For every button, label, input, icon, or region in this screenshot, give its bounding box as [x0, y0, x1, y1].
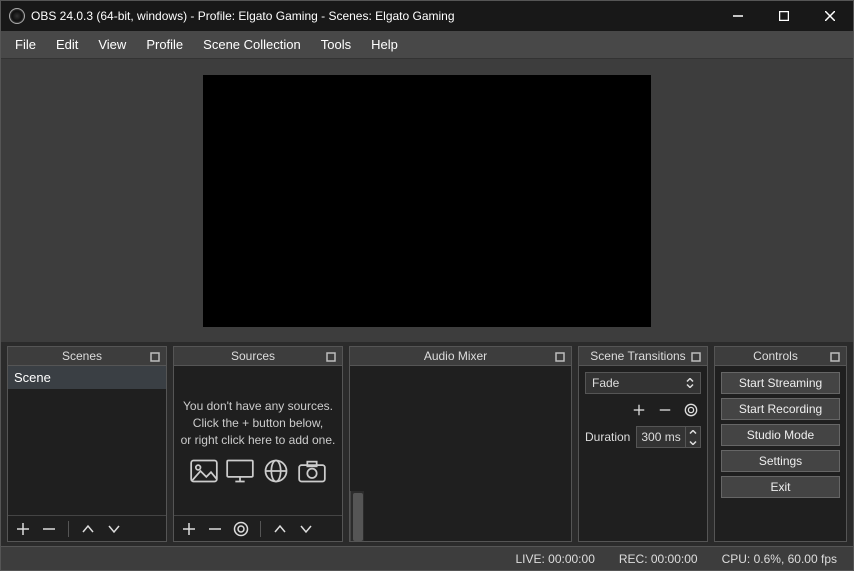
move-source-down-button[interactable] — [297, 520, 315, 538]
scene-item[interactable]: Scene — [8, 366, 166, 389]
start-recording-button[interactable]: Start Recording — [721, 398, 840, 420]
remove-source-button[interactable] — [206, 520, 224, 538]
scenes-header-title: Scenes — [14, 349, 150, 363]
transition-properties-button[interactable] — [681, 400, 701, 420]
transitions-header-title: Scene Transitions — [585, 349, 691, 363]
add-transition-button[interactable] — [629, 400, 649, 420]
studio-mode-button[interactable]: Studio Mode — [721, 424, 840, 446]
controls-header-title: Controls — [721, 349, 830, 363]
mixer-content[interactable] — [350, 366, 571, 491]
close-button[interactable] — [807, 1, 853, 31]
scene-list[interactable]: Scene — [8, 366, 166, 515]
source-properties-button[interactable] — [232, 520, 250, 538]
settings-button[interactable]: Settings — [721, 450, 840, 472]
duration-down-button[interactable] — [686, 437, 700, 447]
status-bar: LIVE: 00:00:00 REC: 00:00:00 CPU: 0.6%, … — [1, 546, 853, 570]
duration-label: Duration — [585, 430, 630, 444]
obs-window: OBS 24.0.3 (64-bit, windows) - Profile: … — [0, 0, 854, 571]
menu-view[interactable]: View — [88, 33, 136, 56]
mixer-header-title: Audio Mixer — [356, 349, 555, 363]
duration-up-button[interactable] — [686, 427, 700, 437]
transition-select[interactable]: Fade — [585, 372, 701, 394]
transitions-header: Scene Transitions — [578, 346, 708, 366]
image-icon — [190, 459, 218, 483]
preview-canvas[interactable] — [203, 75, 651, 327]
sources-empty-line2: Click the + button below, — [193, 415, 323, 432]
monitor-icon — [226, 459, 254, 483]
menu-edit[interactable]: Edit — [46, 33, 88, 56]
status-live: LIVE: 00:00:00 — [515, 552, 594, 566]
minimize-button[interactable] — [715, 1, 761, 31]
window-title: OBS 24.0.3 (64-bit, windows) - Profile: … — [31, 9, 455, 23]
sources-panel: Sources You don't have any sources. Clic… — [173, 346, 343, 542]
sources-empty-line3: or right click here to add one. — [181, 432, 336, 449]
controls-header: Controls — [714, 346, 847, 366]
title-bar: OBS 24.0.3 (64-bit, windows) - Profile: … — [1, 1, 853, 31]
status-cpu: CPU: 0.6%, 60.00 fps — [722, 552, 837, 566]
start-streaming-button[interactable]: Start Streaming — [721, 372, 840, 394]
sources-header-title: Sources — [180, 349, 326, 363]
transitions-panel: Scene Transitions Fade — [578, 346, 708, 542]
docks-row: Scenes Scene Sourc — [1, 342, 853, 546]
toolbar-separator — [260, 521, 261, 537]
scenes-header: Scenes — [7, 346, 167, 366]
status-rec: REC: 00:00:00 — [619, 552, 698, 566]
camera-icon — [298, 459, 326, 483]
scenes-toolbar — [8, 515, 166, 541]
move-source-up-button[interactable] — [271, 520, 289, 538]
move-scene-down-button[interactable] — [105, 520, 123, 538]
scenes-panel: Scenes Scene — [7, 346, 167, 542]
remove-transition-button[interactable] — [655, 400, 675, 420]
dock-toggle-icon[interactable] — [555, 351, 565, 361]
move-scene-up-button[interactable] — [79, 520, 97, 538]
exit-button[interactable]: Exit — [721, 476, 840, 498]
menu-file[interactable]: File — [5, 33, 46, 56]
maximize-button[interactable] — [761, 1, 807, 31]
duration-spinner[interactable] — [636, 426, 701, 448]
combo-stepper-icon — [686, 378, 694, 388]
obs-logo-icon — [9, 8, 25, 24]
menu-scene-collection[interactable]: Scene Collection — [193, 33, 311, 56]
mixer-scrollbar[interactable] — [350, 491, 364, 541]
sources-empty-message[interactable]: You don't have any sources. Click the + … — [174, 366, 342, 515]
sources-empty-line1: You don't have any sources. — [183, 398, 333, 415]
audio-mixer-panel: Audio Mixer — [349, 346, 572, 542]
menu-tools[interactable]: Tools — [311, 33, 361, 56]
dock-toggle-icon[interactable] — [326, 351, 336, 361]
add-source-button[interactable] — [180, 520, 198, 538]
transition-selected-value: Fade — [592, 376, 619, 390]
controls-panel: Controls Start Streaming Start Recording… — [714, 346, 847, 542]
menu-profile[interactable]: Profile — [136, 33, 193, 56]
dock-toggle-icon[interactable] — [691, 351, 701, 361]
preview-area — [1, 59, 853, 342]
menu-bar: File Edit View Profile Scene Collection … — [1, 31, 853, 59]
sources-toolbar — [174, 515, 342, 541]
dock-toggle-icon[interactable] — [150, 351, 160, 361]
dock-toggle-icon[interactable] — [830, 351, 840, 361]
scrollbar-thumb[interactable] — [353, 493, 363, 541]
remove-scene-button[interactable] — [40, 520, 58, 538]
toolbar-separator — [68, 521, 69, 537]
globe-icon — [262, 459, 290, 483]
duration-input[interactable] — [637, 430, 685, 444]
menu-help[interactable]: Help — [361, 33, 408, 56]
add-scene-button[interactable] — [14, 520, 32, 538]
mixer-header: Audio Mixer — [349, 346, 572, 366]
source-placeholder-icons — [190, 459, 326, 483]
sources-header: Sources — [173, 346, 343, 366]
